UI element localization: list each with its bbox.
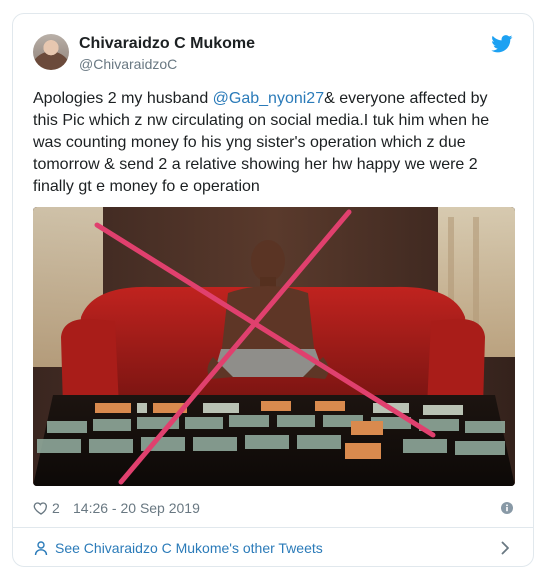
- photo-image: [33, 207, 515, 486]
- tweet-meta: 2 14:26 - 20 Sep 2019: [33, 498, 513, 518]
- tweet-card: Chivaraidzo C Mukome @ChivaraidzoC Apolo…: [12, 13, 534, 567]
- avatar[interactable]: [33, 34, 69, 70]
- display-name[interactable]: Chivaraidzo C Mukome: [79, 34, 255, 54]
- heart-icon[interactable]: [33, 500, 49, 516]
- timestamp-link[interactable]: 14:26 - 20 Sep 2019: [73, 498, 200, 518]
- mention-link[interactable]: @Gab_nyoni27: [213, 90, 324, 107]
- twitter-bird-icon[interactable]: [491, 35, 513, 53]
- like-count: 2: [52, 500, 60, 516]
- other-tweets-link[interactable]: See Chivaraidzo C Mukome's other Tweets: [55, 539, 323, 557]
- tweet-header: Chivaraidzo C Mukome @ChivaraidzoC: [33, 34, 513, 74]
- tweet-text: Apologies 2 my husband @Gab_nyoni27& eve…: [33, 88, 515, 198]
- tweet-photo[interactable]: [33, 207, 515, 486]
- person-icon: [34, 541, 48, 556]
- other-tweets-row[interactable]: See Chivaraidzo C Mukome's other Tweets: [33, 528, 513, 566]
- user-handle[interactable]: @ChivaraidzoC: [79, 55, 255, 73]
- chevron-right-icon[interactable]: [497, 540, 513, 556]
- author-block[interactable]: Chivaraidzo C Mukome @ChivaraidzoC: [79, 34, 255, 73]
- tweet-text-start: Apologies 2 my husband: [33, 90, 213, 107]
- info-icon[interactable]: [501, 502, 513, 514]
